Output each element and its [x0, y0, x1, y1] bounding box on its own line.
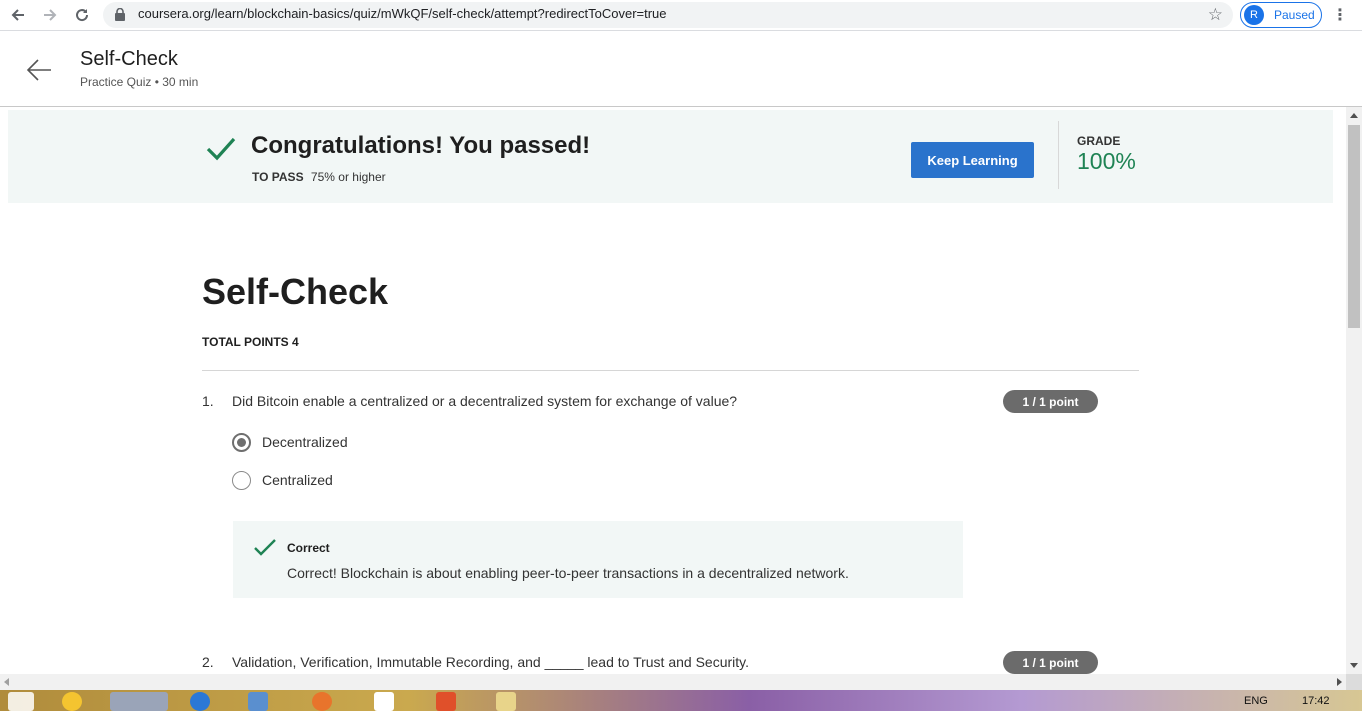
option-label: Decentralized	[262, 434, 348, 450]
ie-icon[interactable]	[190, 692, 210, 711]
language-indicator[interactable]: ENG	[1244, 695, 1268, 707]
chrome-icon[interactable]	[110, 692, 168, 711]
app-icon[interactable]	[436, 692, 456, 711]
grade-divider	[1058, 121, 1059, 189]
grade-value: 100%	[1077, 148, 1136, 174]
points-badge: 1 / 1 point	[1003, 390, 1098, 413]
page-subtitle: Practice Quiz • 30 min	[80, 75, 199, 89]
divider	[202, 370, 1139, 371]
question-text: Did Bitcoin enable a centralized or a de…	[232, 393, 738, 409]
browser-toolbar: coursera.org/learn/blockchain-basics/qui…	[0, 0, 1362, 31]
pass-message: Congratulations! You passed!	[251, 132, 591, 159]
radio-button[interactable]	[232, 432, 251, 452]
lock-icon	[115, 8, 125, 21]
pass-banner: Congratulations! You passed! TO PASS 75%…	[8, 110, 1333, 203]
folder-icon[interactable]	[496, 692, 516, 711]
address-bar[interactable]: coursera.org/learn/blockchain-basics/qui…	[103, 2, 1233, 28]
feedback-text: Correct! Blockchain is about enabling pe…	[287, 565, 849, 581]
clock[interactable]: 17:42	[1302, 695, 1330, 707]
checkmark-icon	[206, 137, 236, 161]
start-icon[interactable]	[8, 692, 34, 711]
vertical-scrollbar[interactable]	[1346, 107, 1362, 674]
option-centralized[interactable]: Centralized	[232, 470, 333, 490]
option-label: Centralized	[262, 472, 333, 488]
feedback-box: Correct Correct! Blockchain is about ena…	[233, 521, 963, 598]
scroll-right-icon[interactable]	[1337, 678, 1342, 686]
scroll-down-icon[interactable]	[1350, 663, 1358, 668]
radio-button[interactable]	[232, 470, 251, 490]
option-decentralized[interactable]: Decentralized	[232, 432, 348, 452]
url-text[interactable]: coursera.org/learn/blockchain-basics/qui…	[138, 6, 667, 21]
back-arrow-icon[interactable]	[25, 56, 53, 84]
horizontal-scrollbar[interactable]	[0, 674, 1346, 690]
to-pass-value: 75% or higher	[310, 170, 386, 184]
main-content: Congratulations! You passed! TO PASS 75%…	[0, 107, 1346, 674]
scroll-thumb[interactable]	[1348, 125, 1360, 328]
to-pass-label: TO PASS	[252, 170, 304, 184]
quiz-title: Self-Check	[202, 271, 389, 312]
firefox-icon[interactable]	[312, 692, 332, 711]
media-icon[interactable]	[248, 692, 268, 711]
question-text: Validation, Verification, Immutable Reco…	[232, 654, 750, 670]
checkmark-icon	[254, 539, 276, 556]
app-icon[interactable]	[374, 692, 394, 711]
browser-menu-icon[interactable]: ⋮	[1332, 5, 1348, 25]
total-points: TOTAL POINTS 4	[202, 335, 299, 349]
scroll-left-icon[interactable]	[4, 678, 9, 686]
grade-label: GRADE	[1077, 134, 1121, 148]
forward-icon[interactable]	[38, 3, 62, 27]
back-icon[interactable]	[6, 3, 30, 27]
page-header: Self-Check Practice Quiz • 30 min	[0, 32, 1362, 107]
scrollbar-corner	[1346, 674, 1362, 690]
profile-status: Paused	[1274, 8, 1315, 22]
question-number: 2.	[202, 654, 214, 670]
taskbar: ENG 17:42	[0, 690, 1362, 711]
keep-learning-button[interactable]: Keep Learning	[911, 142, 1034, 178]
profile-button[interactable]: R Paused	[1240, 2, 1322, 28]
reload-icon[interactable]	[70, 3, 94, 27]
points-badge: 1 / 1 point	[1003, 651, 1098, 674]
feedback-title: Correct	[287, 541, 330, 555]
avatar: R	[1244, 5, 1264, 25]
question-number: 1.	[202, 393, 214, 409]
pass-requirement: TO PASS 75% or higher	[252, 170, 386, 184]
page-title: Self-Check	[80, 48, 178, 70]
app-icon[interactable]	[62, 692, 82, 711]
bookmark-star-icon[interactable]: ☆	[1208, 5, 1223, 25]
scroll-up-icon[interactable]	[1350, 113, 1358, 118]
